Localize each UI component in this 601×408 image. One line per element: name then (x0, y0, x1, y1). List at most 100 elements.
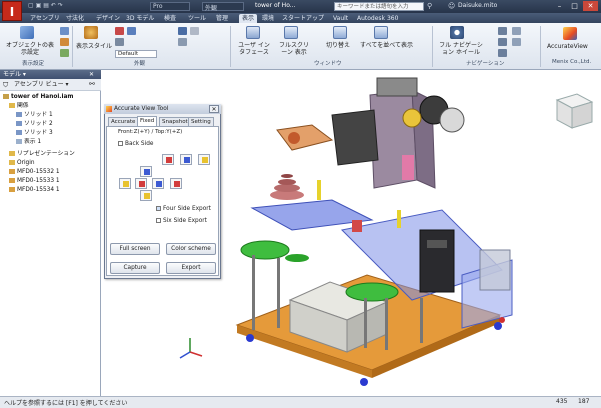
project-selector[interactable]: Pro (150, 2, 190, 11)
view-top-button[interactable] (162, 154, 174, 165)
zoom-all-icon[interactable] (512, 27, 521, 35)
close-button[interactable]: ✕ (583, 1, 598, 11)
camera-icon[interactable] (178, 27, 187, 35)
tab-setting[interactable]: Setting (188, 117, 214, 126)
shadow-icon[interactable] (115, 27, 124, 35)
assembly-view-selector[interactable]: アセンブリ ビュー ▾ (14, 80, 69, 90)
view-top-far-button[interactable] (198, 154, 210, 165)
look-at-icon[interactable] (512, 38, 521, 46)
tree-item-representations[interactable]: リプレゼンテーション (9, 151, 75, 158)
browser-header[interactable]: モデル ▾ (0, 70, 101, 79)
view-front-left-button[interactable] (135, 178, 147, 189)
switch-window-icon[interactable] (333, 26, 347, 39)
find-icon[interactable]: ⚯ (89, 80, 95, 88)
accurateview-icon[interactable] (563, 27, 577, 40)
view-right-button[interactable] (170, 178, 182, 189)
four-side-export-checkbox[interactable]: Four Side Export (156, 206, 211, 212)
view-front-button[interactable] (152, 178, 164, 189)
panel-close-icon[interactable]: ✕ (89, 71, 94, 78)
accurateview-button[interactable]: AccurateView (547, 43, 588, 50)
zoom-icon[interactable] (498, 38, 507, 46)
tab-getstarted[interactable]: スタートアップ (282, 14, 324, 23)
full-screen-button[interactable]: フルスクリーン 表示 (276, 42, 312, 56)
new-icon[interactable]: ▢ (28, 2, 34, 9)
redo-icon[interactable]: ↷ (58, 2, 63, 9)
tab-snapshot[interactable]: Snapshot (159, 117, 191, 126)
color-scheme-button[interactable]: Color scheme (166, 243, 216, 255)
tree-item-solid-3[interactable]: ソリッド 3 (16, 130, 53, 137)
arrange-all-icon[interactable] (374, 26, 388, 39)
tab-fixed[interactable]: Fixed (137, 116, 158, 126)
visibility-small-icon-2[interactable] (60, 38, 69, 46)
save-icon[interactable]: ▤ (43, 2, 49, 9)
maximize-button[interactable]: □ (567, 1, 582, 11)
back-side-checkbox[interactable]: Back Side (118, 141, 153, 147)
green-table-left (240, 240, 290, 260)
ground-plane-icon[interactable] (178, 38, 187, 46)
display-style-icon[interactable] (84, 26, 98, 39)
minimize-button[interactable]: – (552, 1, 567, 11)
tree-item-view-1[interactable]: 表示 1 (16, 139, 41, 146)
view-left-button[interactable] (140, 166, 152, 177)
user-interface-button[interactable]: ユーザ インタフェース (238, 42, 270, 56)
orbit-icon[interactable] (498, 49, 507, 57)
view-far-left-button[interactable] (119, 178, 131, 189)
capture-button[interactable]: Capture (110, 262, 160, 274)
tree-item-origin[interactable]: Origin (9, 160, 35, 167)
full-screen-button-dialog[interactable]: Full screen (110, 243, 160, 255)
tab-3d-model[interactable]: 3D モデル (126, 14, 154, 23)
tree-item-relationships[interactable]: 関係 (9, 103, 29, 110)
tab-design[interactable]: デザイン (96, 14, 120, 23)
arrange-all-button[interactable]: すべてを並べて表示 (360, 42, 413, 49)
tree-item-root[interactable]: tower of Hanoi.iam (3, 94, 73, 101)
view-bottom-button[interactable] (140, 190, 152, 201)
tab-dimension[interactable]: 寸法化 (66, 14, 84, 23)
perspective-icon[interactable] (190, 27, 199, 35)
full-screen-icon[interactable] (284, 26, 298, 39)
status-count-2: 187 (578, 398, 590, 405)
quick-access-toolbar[interactable]: ▢ ▣ ▤ ↶ ↷ (28, 2, 63, 11)
tree-item-part-2[interactable]: MFD0-15533 1 (9, 178, 60, 185)
search-icon[interactable]: ⚲ (427, 2, 432, 10)
tree-item-solid-1[interactable]: ソリッド 1 (16, 112, 53, 119)
tree-item-part-1[interactable]: MFD0-15532 1 (9, 169, 60, 176)
post-3 (364, 298, 367, 348)
user-interface-icon[interactable] (246, 26, 260, 39)
open-icon[interactable]: ▣ (36, 2, 42, 9)
object-visibility-icon[interactable] (20, 26, 34, 39)
pan-icon[interactable] (498, 27, 507, 35)
six-side-export-checkbox[interactable]: Six Side Export (156, 218, 207, 224)
lighting-style-select[interactable]: Default (115, 50, 157, 58)
tab-manage[interactable]: 管理 (216, 14, 228, 23)
dialog-close-button[interactable]: ✕ (209, 105, 219, 113)
hanoi-disk-3 (278, 179, 296, 185)
tab-environments[interactable]: 環境 (262, 14, 274, 23)
app-logo[interactable]: I (2, 1, 22, 21)
tab-vault[interactable]: Vault (333, 14, 348, 23)
tab-view[interactable]: 表示 (239, 14, 258, 23)
visibility-small-icon-1[interactable] (60, 27, 69, 35)
tab-autodesk360[interactable]: Autodesk 360 (357, 14, 398, 23)
tab-assembly[interactable]: アセンブリ (30, 14, 60, 23)
user-name[interactable]: Daisuke.mito (458, 2, 497, 9)
switch-window-button[interactable]: 切り替え (326, 42, 350, 49)
visibility-small-icon-3[interactable] (60, 49, 69, 57)
filter-icon[interactable]: ⛉ (3, 81, 8, 90)
reflection-icon[interactable] (127, 27, 136, 35)
tree-item-solid-2[interactable]: ソリッド 2 (16, 121, 53, 128)
full-navigation-wheel-button[interactable]: フル ナビゲーション ホイール (438, 42, 484, 56)
display-style-button[interactable]: 表示スタイル (76, 43, 112, 50)
appearance-selector[interactable]: 外観 (202, 2, 244, 12)
undo-icon[interactable]: ↶ (51, 2, 56, 9)
navigation-wheel-icon[interactable] (450, 26, 464, 39)
tab-tools[interactable]: ツール (188, 14, 206, 23)
view-top-right-button[interactable] (180, 154, 192, 165)
tree-item-part-3[interactable]: MFD0-15534 1 (9, 187, 60, 194)
export-button[interactable]: Export (166, 262, 216, 274)
search-input[interactable]: キーワードまたは語句を入力 (334, 2, 424, 11)
green-table-piece (285, 254, 309, 262)
object-visibility-button[interactable]: オブジェクトの表示設定 (5, 42, 55, 56)
ray-trace-icon[interactable] (115, 38, 124, 46)
tab-accurate[interactable]: Accurate (108, 117, 139, 126)
tab-inspect[interactable]: 検査 (164, 14, 176, 23)
